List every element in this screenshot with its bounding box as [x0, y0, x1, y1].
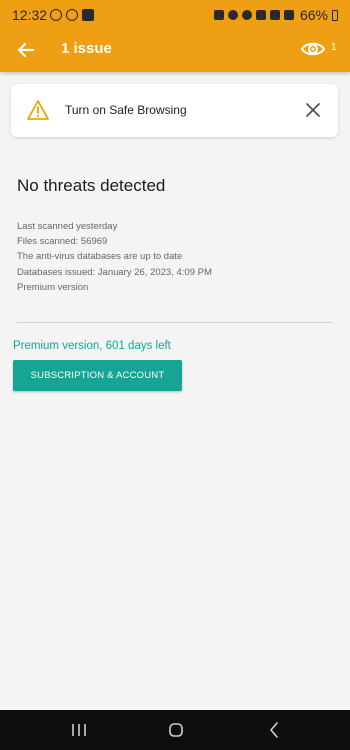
- status-time: 12:32: [12, 7, 48, 23]
- app-notification-icon: [82, 9, 94, 21]
- back-icon[interactable]: [268, 722, 280, 738]
- recent-apps-icon[interactable]: [71, 723, 87, 737]
- page-title: 1 issue: [61, 40, 112, 57]
- eye-count-badge: 1: [331, 42, 337, 53]
- safe-browsing-text: Turn on Safe Browsing: [65, 103, 187, 117]
- home-icon[interactable]: [169, 723, 183, 737]
- files-scanned-text: Files scanned: 56969: [17, 236, 108, 248]
- premium-days-left: Premium version, 601 days left: [13, 340, 171, 352]
- do-not-disturb-icon: [50, 9, 62, 21]
- battery-icon: [332, 9, 338, 21]
- arrow-left-icon[interactable]: [12, 36, 40, 64]
- status-bar: 12:32 66%: [0, 0, 350, 30]
- bluetooth-icon: [241, 10, 252, 20]
- divider: [17, 322, 333, 323]
- database-issued-text: Databases issued: January 26, 2023, 4:09…: [17, 266, 212, 278]
- database-status-text: The anti-virus databases are up to date: [17, 251, 183, 263]
- app-bar: 1 issue 1: [0, 30, 350, 72]
- signal-icon: [283, 10, 294, 20]
- version-text: Premium version: [17, 281, 89, 293]
- eye-icon[interactable]: [300, 36, 326, 62]
- safe-browsing-card[interactable]: Turn on Safe Browsing: [11, 84, 338, 137]
- status-right-icons: 66%: [213, 7, 338, 23]
- warning-triangle-icon: [27, 100, 49, 120]
- battery-saver-icon: [213, 10, 224, 20]
- status-left-icons: [50, 9, 94, 21]
- mute-icon: [255, 10, 266, 20]
- scan-info-list: Last scanned yesterday Files scanned: 56…: [17, 219, 212, 295]
- battery-percent: 66%: [299, 7, 328, 23]
- wifi-icon: [269, 10, 280, 20]
- status-heading: No threats detected: [17, 176, 166, 195]
- last-scanned-text: Last scanned yesterday: [17, 221, 118, 232]
- notification-icon: [66, 9, 78, 21]
- subscription-account-button[interactable]: SUBSCRIPTION & ACCOUNT: [13, 360, 182, 391]
- alarm-icon: [227, 10, 238, 20]
- system-nav-bar: [0, 710, 350, 750]
- close-icon[interactable]: [303, 100, 323, 120]
- header-bar: 12:32 66% 1 issue 1: [0, 0, 350, 72]
